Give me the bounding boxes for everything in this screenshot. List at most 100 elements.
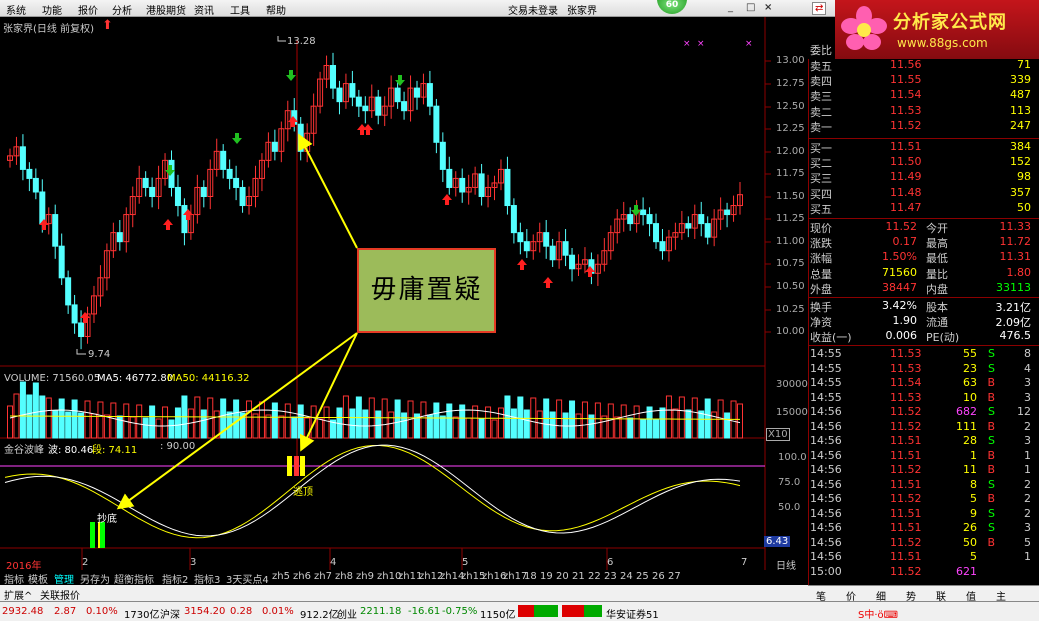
tick-row[interactable]: 14:56 11.51 9 S 2 bbox=[808, 507, 1037, 522]
ask-row[interactable]: 卖三 11.54 487 bbox=[808, 88, 1037, 103]
stat-row[interactable]: 总量 71560 量比 1.80 bbox=[808, 266, 1037, 281]
ask-row[interactable]: 卖二 11.53 113 bbox=[808, 104, 1037, 119]
hs-index[interactable]: 3154.20 bbox=[184, 606, 225, 617]
tick-count: 3 bbox=[1024, 434, 1031, 447]
tick-row[interactable]: 14:56 11.51 28 S 3 bbox=[808, 434, 1037, 449]
period-label[interactable]: 日线 bbox=[776, 557, 796, 572]
indicator-tab[interactable]: 19 bbox=[540, 571, 553, 582]
restore-window-icon[interactable]: ⇄ bbox=[812, 2, 827, 15]
stat-label-2: 今开 bbox=[926, 222, 948, 235]
bid-row[interactable]: 买五 11.47 50 bbox=[808, 201, 1037, 216]
indicator-tab[interactable]: zh5 bbox=[272, 571, 290, 582]
tick-row[interactable]: 14:56 11.51 5 1 bbox=[808, 550, 1037, 565]
menu-news[interactable]: 资讯 bbox=[194, 2, 214, 17]
volume-bar bbox=[168, 419, 175, 439]
volume-tick-high: 30000 bbox=[776, 379, 808, 390]
ask-price: 11.53 bbox=[890, 103, 922, 117]
menu-quote[interactable]: 报价 bbox=[78, 2, 98, 17]
sh-index[interactable]: 2932.48 bbox=[2, 606, 43, 617]
bid-row[interactable]: 买三 11.49 98 bbox=[808, 170, 1037, 185]
tick-row[interactable]: 14:56 11.52 5 B 2 bbox=[808, 492, 1037, 507]
notification-badge[interactable]: 60 bbox=[657, 0, 687, 14]
fund-row[interactable]: 净资 1.90 流通 2.09亿 bbox=[808, 314, 1037, 329]
tick-row[interactable]: 14:56 11.51 8 S 2 bbox=[808, 478, 1037, 493]
candle-body bbox=[724, 209, 731, 216]
bid-row[interactable]: 买二 11.50 152 bbox=[808, 155, 1037, 170]
cy-index[interactable]: 2211.18 bbox=[360, 606, 401, 617]
indicator-tab[interactable]: zh7 bbox=[314, 571, 332, 582]
volume-bar bbox=[724, 412, 731, 439]
quote-header[interactable]: 委比 bbox=[808, 42, 1037, 57]
tick-side: S bbox=[988, 477, 995, 491]
tick-row[interactable]: 14:56 11.52 682 S 12 bbox=[808, 405, 1037, 420]
price-tick: 10.25 bbox=[776, 304, 805, 315]
tick-row[interactable]: 14:55 11.53 10 B 3 bbox=[808, 391, 1037, 406]
indicator-tab[interactable]: 18 bbox=[524, 571, 537, 582]
menu-system[interactable]: 系统 bbox=[6, 2, 26, 17]
indicator-tab[interactable]: 27 bbox=[668, 571, 681, 582]
indicator-tab[interactable]: 指标3 bbox=[194, 571, 220, 586]
indicator-tab[interactable]: zh9 bbox=[356, 571, 374, 582]
bid-price: 11.47 bbox=[890, 200, 922, 214]
menu-analysis[interactable]: 分析 bbox=[112, 2, 132, 17]
indicator-tab[interactable]: 23 bbox=[604, 571, 617, 582]
tick-time: 14:56 bbox=[810, 405, 842, 418]
tick-row[interactable]: 14:56 11.52 111 B 2 bbox=[808, 420, 1037, 435]
tick-row[interactable]: 14:55 11.53 23 S 4 bbox=[808, 362, 1037, 377]
indicator-tab[interactable]: 指标2 bbox=[162, 571, 188, 586]
ask-row[interactable]: 卖一 11.52 247 bbox=[808, 119, 1037, 134]
indicator-tab[interactable]: 22 bbox=[588, 571, 601, 582]
menu-help[interactable]: 帮助 bbox=[266, 2, 286, 17]
tick-row[interactable]: 14:55 11.54 63 B 3 bbox=[808, 376, 1037, 391]
indicator-tab[interactable]: 指标 bbox=[4, 571, 24, 586]
expand-button[interactable]: 扩展^ bbox=[4, 587, 32, 602]
tick-row[interactable]: 14:56 11.52 50 B 5 bbox=[808, 536, 1037, 551]
stat-row[interactable]: 涨跌 0.17 最高 11.72 bbox=[808, 235, 1037, 250]
bid-row[interactable]: 买四 11.48 357 bbox=[808, 186, 1037, 201]
indicator-tab[interactable]: 21 bbox=[572, 571, 585, 582]
tick-row[interactable]: 14:56 11.51 1 B 1 bbox=[808, 449, 1037, 464]
tick-row[interactable]: 14:56 11.52 11 B 1 bbox=[808, 463, 1037, 478]
indicator-tab[interactable]: zh6 bbox=[293, 571, 311, 582]
indicator-tab[interactable]: 25 bbox=[636, 571, 649, 582]
minimize-icon[interactable]: _ bbox=[728, 2, 733, 13]
tick-row[interactable]: 14:55 11.53 55 S 8 bbox=[808, 347, 1037, 362]
tick-price: 11.52 bbox=[890, 405, 922, 418]
ask-price: 11.56 bbox=[890, 58, 922, 71]
ask-row[interactable]: 卖四 11.55 339 bbox=[808, 73, 1037, 88]
stat-value: 71560 bbox=[882, 265, 917, 279]
menu-function[interactable]: 功能 bbox=[42, 2, 62, 17]
indicator-tab[interactable]: 20 bbox=[556, 571, 569, 582]
indicator-tab[interactable]: 3天买点4 bbox=[226, 571, 269, 586]
ask-row[interactable]: 卖五 11.56 71 bbox=[808, 58, 1037, 73]
related-quote-button[interactable]: 关联报价 bbox=[40, 587, 80, 602]
candle-body bbox=[336, 87, 343, 103]
candle-body bbox=[543, 232, 550, 247]
fund-row[interactable]: 收益(一) 0.006 PE(动) 476.5 bbox=[808, 329, 1037, 344]
fund-row[interactable]: 换手 3.42% 股本 3.21亿 bbox=[808, 299, 1037, 314]
indicator-tab[interactable]: 24 bbox=[620, 571, 633, 582]
close-icon[interactable]: × bbox=[764, 2, 772, 13]
stat-row[interactable]: 涨幅 1.50% 最低 11.31 bbox=[808, 250, 1037, 265]
bid-row[interactable]: 买一 11.51 384 bbox=[808, 140, 1037, 155]
indicator-tab[interactable]: zh8 bbox=[335, 571, 353, 582]
input-method-icon[interactable]: S中·ö⌨ bbox=[858, 606, 898, 621]
candle-body bbox=[226, 168, 233, 179]
candle-body bbox=[569, 254, 576, 270]
stat-row[interactable]: 现价 11.52 今开 11.33 bbox=[808, 220, 1037, 235]
stat-row[interactable]: 外盘 38447 内盘 33113 bbox=[808, 281, 1037, 296]
tick-side: S bbox=[988, 434, 995, 447]
tick-row[interactable]: 14:56 11.51 26 S 3 bbox=[808, 521, 1037, 536]
tick-row[interactable]: 15:00 11.52 621 bbox=[808, 565, 1037, 580]
indicator-tab[interactable]: 模板 bbox=[28, 571, 48, 586]
login-status[interactable]: 交易未登录 bbox=[508, 2, 558, 17]
menu-tools[interactable]: 工具 bbox=[230, 2, 250, 17]
restore-icon[interactable]: □ bbox=[746, 2, 755, 13]
indicator-tab[interactable]: 管理 bbox=[54, 571, 74, 586]
tick-time: 14:56 bbox=[810, 463, 842, 476]
tick-volume: 63 bbox=[963, 376, 977, 389]
indicator-tab[interactable]: 超衡指标 bbox=[114, 571, 154, 586]
indicator-tab[interactable]: 另存为 bbox=[80, 571, 110, 586]
menu-hk-futures[interactable]: 港股期货 bbox=[146, 2, 186, 17]
indicator-tab[interactable]: 26 bbox=[652, 571, 665, 582]
